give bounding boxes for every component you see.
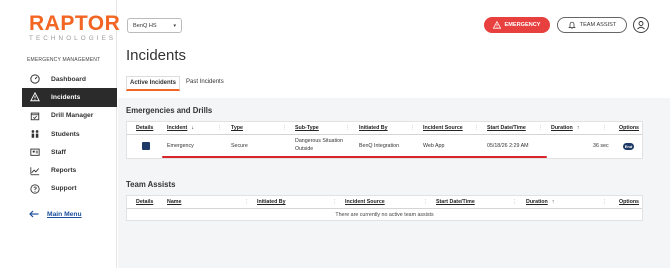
cell-incident: Emergency <box>167 143 194 149</box>
cell-type: Secure <box>231 143 248 149</box>
cell-initiated-by: BenQ Integration <box>359 143 400 149</box>
students-icon <box>29 128 41 140</box>
empty-state-message: There are currently no active team assis… <box>335 211 434 218</box>
sidebar-item-label: Reports <box>51 167 77 175</box>
column-incident[interactable]: Incident ↓ <box>167 125 194 131</box>
team-assists-section-title: Team Assists <box>126 180 176 189</box>
column-incident-source[interactable]: Incident Source <box>423 125 463 131</box>
column-initiated-by[interactable]: Initiated By <box>359 125 388 131</box>
column-initiated-by[interactable]: Initiated By <box>257 199 286 205</box>
tab-active-incidents[interactable]: Active Incidents <box>126 76 181 91</box>
column-menu-icon[interactable]: ⋮ <box>602 125 607 131</box>
sidebar-item-label: Students <box>51 130 80 138</box>
end-incident-button[interactable]: End <box>623 143 634 150</box>
site-select-value: BenQ HS <box>133 22 157 29</box>
team-assists-table: Details Name ⋮ Initiated By ⋮ Incident S… <box>126 195 643 221</box>
column-menu-icon[interactable]: ⋮ <box>345 125 350 131</box>
column-duration[interactable]: Duration ↑ <box>551 125 579 131</box>
gauge-icon <box>29 73 41 85</box>
column-start-date-time[interactable]: Start Date/Time <box>487 125 526 131</box>
logo-wordmark: RAPTOR <box>29 12 121 35</box>
warning-icon <box>29 91 41 103</box>
sidebar-item-label: Support <box>51 185 77 193</box>
column-start-date-time[interactable]: Start Date/Time <box>436 199 475 205</box>
sort-asc-icon: ↑ <box>576 125 580 131</box>
column-menu-icon[interactable]: ⋮ <box>538 125 543 131</box>
cell-subtype-line1: Dangerous Situation <box>295 138 343 144</box>
sidebar-item-staff[interactable]: Staff <box>22 143 117 161</box>
sort-desc-icon: ↓ <box>191 125 194 131</box>
raptor-logo[interactable]: RAPTOR TECHNOLOGIES <box>29 12 121 42</box>
main-menu-link[interactable]: Main Menu <box>29 209 82 219</box>
edit-details-icon[interactable] <box>142 142 150 150</box>
calendar-check-icon <box>29 110 41 122</box>
sort-asc-icon: ↑ <box>551 199 555 205</box>
line-chart-icon <box>29 165 41 177</box>
sidebar-nav: Dashboard Incidents Drill Manager Studen… <box>22 70 117 198</box>
column-label: Duration <box>551 125 573 131</box>
column-menu-icon[interactable]: ⋮ <box>474 125 479 131</box>
sidebar-item-label: Staff <box>51 148 66 156</box>
tab-past-incidents[interactable]: Past Incidents <box>183 76 227 91</box>
highlight-underline <box>162 156 547 158</box>
column-menu-icon[interactable]: ⋮ <box>602 199 607 205</box>
sidebar-section-label: EMERGENCY MANAGEMENT <box>27 57 101 63</box>
column-menu-icon[interactable]: ⋮ <box>423 199 428 205</box>
emergencies-table: Details Incident ↓ ⋮ Type ⋮ Sub-Type ⋮ In… <box>126 121 643 159</box>
cell-duration: 36 sec <box>593 143 609 149</box>
bell-icon <box>567 21 576 29</box>
team-assist-button-label: TEAM ASSIST <box>579 22 617 28</box>
sidebar-item-label: Incidents <box>51 93 81 101</box>
sidebar: RAPTOR TECHNOLOGIES EMERGENCY MANAGEMENT… <box>0 0 121 268</box>
column-duration[interactable]: Duration ↑ <box>526 199 554 205</box>
staff-badge-icon <box>29 146 41 158</box>
main-menu-label: Main Menu <box>47 210 82 218</box>
cell-subtype-line2: Outside <box>295 146 314 152</box>
cell-incident-source: Web App <box>423 143 445 149</box>
column-incident-source[interactable]: Incident Source <box>345 199 385 205</box>
sidebar-item-label: Dashboard <box>51 75 86 83</box>
column-options: Options <box>619 199 640 205</box>
page-title: Incidents <box>126 47 187 64</box>
incident-tabs: Active Incidents Past Incidents <box>126 76 230 91</box>
user-avatar-icon[interactable] <box>633 17 649 33</box>
table-header: Details Incident ↓ ⋮ Type ⋮ Sub-Type ⋮ In… <box>127 122 642 135</box>
column-subtype[interactable]: Sub-Type <box>295 125 319 131</box>
team-assist-button[interactable]: TEAM ASSIST <box>557 17 627 33</box>
table-row[interactable]: Emergency Secure Dangerous Situation Out… <box>127 135 642 158</box>
sidebar-item-reports[interactable]: Reports <box>22 161 117 179</box>
site-select[interactable]: BenQ HS ▾ <box>127 18 182 33</box>
column-name[interactable]: Name <box>167 199 181 205</box>
cell-subtype: Dangerous Situation Outside <box>295 137 343 153</box>
emergencies-section-title: Emergencies and Drills <box>126 106 213 115</box>
help-circle-icon <box>29 183 41 195</box>
table-header: Details Name ⋮ Initiated By ⋮ Incident S… <box>127 196 642 209</box>
column-menu-icon[interactable]: ⋮ <box>332 199 337 205</box>
column-options: Options <box>619 125 640 131</box>
emergency-button[interactable]: EMERGENCY <box>484 17 550 33</box>
caret-down-icon: ▾ <box>173 23 176 29</box>
column-menu-icon[interactable]: ⋮ <box>244 199 249 205</box>
sidebar-item-support[interactable]: Support <box>22 180 117 198</box>
column-label: Incident <box>167 125 188 131</box>
column-menu-icon[interactable]: ⋮ <box>217 125 222 131</box>
sidebar-item-drill-manager[interactable]: Drill Manager <box>22 107 117 125</box>
cell-start-date-time: 05/18/26 2:29 AM <box>487 143 529 149</box>
column-type[interactable]: Type <box>231 125 243 131</box>
sidebar-item-incidents[interactable]: Incidents <box>22 88 117 107</box>
sidebar-item-dashboard[interactable]: Dashboard <box>22 70 117 88</box>
sidebar-item-students[interactable]: Students <box>22 125 117 143</box>
emergency-button-label: EMERGENCY <box>504 22 541 28</box>
column-menu-icon[interactable]: ⋮ <box>410 125 415 131</box>
column-menu-icon[interactable]: ⋮ <box>512 199 517 205</box>
column-label: Duration <box>526 199 548 205</box>
column-details[interactable]: Details <box>136 125 153 131</box>
sidebar-item-label: Drill Manager <box>51 112 94 120</box>
column-menu-icon[interactable]: ⋮ <box>282 125 287 131</box>
column-details[interactable]: Details <box>136 199 153 205</box>
warning-icon <box>493 21 502 29</box>
arrow-left-icon <box>29 209 39 219</box>
logo-tagline: TECHNOLOGIES <box>29 35 117 42</box>
